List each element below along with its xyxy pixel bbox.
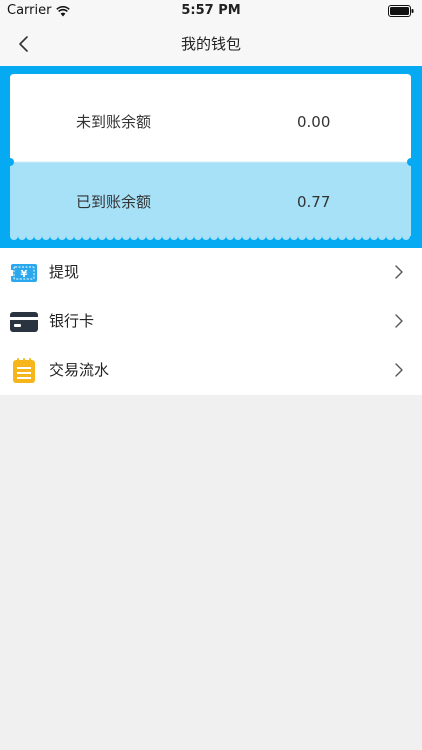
settled-balance-row: 已到账余额 0.77: [10, 162, 411, 242]
wallet-menu-list: ¥ 提现 银行卡 交易流水: [0, 248, 422, 395]
pending-balance-row: 未到账余额 0.00: [10, 82, 411, 162]
status-time: 5:57 PM: [181, 3, 241, 18]
page-title: 我的钱包: [180, 35, 241, 53]
balance-ticket: 未到账余额 0.00 已到账余额 0.77: [10, 74, 411, 244]
menu-item-withdraw[interactable]: ¥ 提现: [0, 248, 422, 297]
chevron-right-icon: [395, 363, 403, 377]
menu-item-transactions[interactable]: 交易流水: [0, 346, 422, 395]
settled-balance-label: 已到账余额: [76, 193, 152, 211]
withdraw-label: 提现: [49, 263, 80, 281]
pending-balance-label: 未到账余额: [76, 113, 152, 131]
bank-card-label: 银行卡: [49, 312, 95, 330]
battery-icon: [388, 5, 414, 17]
navigation-bar: 我的钱包: [0, 22, 422, 66]
menu-item-bank-card[interactable]: 银行卡: [0, 297, 422, 346]
bank-card-icon: [10, 312, 38, 332]
chevron-right-icon: [395, 265, 403, 279]
transactions-label: 交易流水: [49, 361, 110, 379]
transactions-notepad-icon: [13, 358, 35, 383]
pending-balance-value: 0.00: [297, 113, 331, 131]
balance-panel: 未到账余额 0.00 已到账余额 0.77: [0, 66, 422, 248]
svg-text:¥: ¥: [21, 269, 28, 280]
status-bar: Carrier 5:57 PM: [0, 0, 422, 22]
settled-balance-value: 0.77: [297, 193, 331, 211]
chevron-right-icon: [395, 314, 403, 328]
withdraw-icon: ¥: [10, 264, 37, 282]
